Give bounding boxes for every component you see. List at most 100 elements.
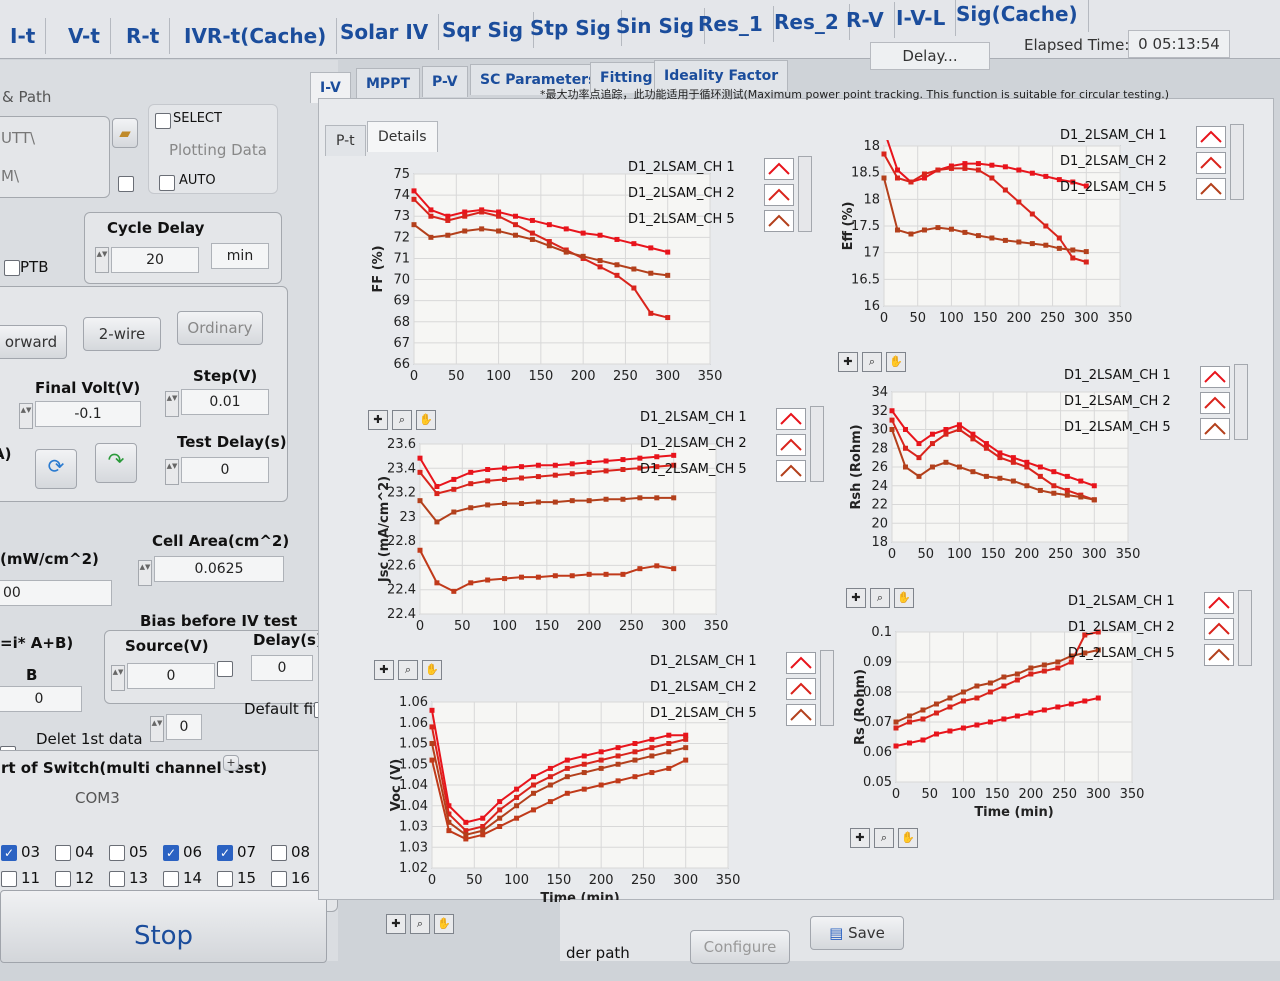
ptb-checkbox[interactable]	[4, 260, 20, 276]
legend-scrollbar[interactable]	[1234, 364, 1248, 440]
tab-sig-cache[interactable]: Sig(Cache)	[946, 0, 1089, 32]
test-delay-spinner[interactable]: ▲▼	[165, 459, 179, 485]
tab-p-v[interactable]: P-V	[422, 66, 468, 97]
legend-swatch-icon[interactable]	[786, 678, 816, 700]
cell-area-spinner[interactable]: ▲▼	[138, 560, 152, 586]
legend-scrollbar[interactable]	[1238, 590, 1252, 666]
power-input[interactable]: 00	[0, 580, 112, 606]
legend-swatch-icon[interactable]	[786, 652, 816, 674]
cursor-cross-icon[interactable]: ✚	[846, 588, 866, 608]
step-input[interactable]: 0.01	[181, 389, 269, 415]
legend-swatch-icon[interactable]	[776, 408, 806, 430]
cursor-cross-icon[interactable]: ✚	[838, 352, 858, 372]
legend-entry[interactable]: D1_2LSAM_CH 2	[640, 432, 810, 458]
bias-checkbox[interactable]	[217, 661, 233, 677]
channel-14-checkbox[interactable]	[163, 871, 179, 887]
legend-swatch-icon[interactable]	[786, 704, 816, 726]
step-spinner[interactable]: ▲▼	[165, 391, 179, 417]
tab-p-t[interactable]: P-t	[325, 125, 366, 156]
tab-v-t[interactable]: V-t	[58, 18, 111, 54]
cursor-cross-icon[interactable]: ✚	[368, 410, 388, 430]
legend-swatch-icon[interactable]	[1204, 592, 1234, 614]
channel-07-checkbox[interactable]: ✓	[217, 845, 233, 861]
legend-entry[interactable]: D1_2LSAM_CH 2	[1060, 150, 1230, 176]
channel-13-checkbox[interactable]	[109, 871, 125, 887]
tab-i-t[interactable]: I-t	[0, 18, 47, 54]
legend-swatch-icon[interactable]	[764, 184, 794, 206]
legend-entry[interactable]: D1_2LSAM_CH 5	[640, 458, 810, 484]
final-volt-input[interactable]: -0.1	[35, 401, 141, 427]
folder-icon[interactable]: ▰	[112, 118, 138, 148]
legend-entry[interactable]: D1_2LSAM_CH 5	[1064, 416, 1234, 442]
legend-swatch-icon[interactable]	[776, 434, 806, 456]
redo-arrow-icon[interactable]: ↷	[95, 443, 137, 483]
channel-05-checkbox[interactable]	[109, 845, 125, 861]
path-checkbox[interactable]	[118, 176, 134, 192]
channel-16-checkbox[interactable]	[271, 871, 287, 887]
legend-entry[interactable]: D1_2LSAM_CH 2	[1068, 616, 1238, 642]
final-volt-spinner[interactable]: ▲▼	[19, 403, 33, 429]
legend-entry[interactable]: D1_2LSAM_CH 2	[1064, 390, 1234, 416]
source-input[interactable]: 0	[127, 663, 215, 689]
legend-swatch-icon[interactable]	[1196, 152, 1226, 174]
channel-03-checkbox[interactable]: ✓	[1, 845, 17, 861]
pan-hand-icon[interactable]: ✋	[422, 660, 442, 680]
legend-swatch-icon[interactable]	[1200, 366, 1230, 388]
legend-entry[interactable]: D1_2LSAM_CH 1	[1064, 364, 1234, 390]
select-checkbox[interactable]	[155, 113, 171, 129]
tab-ivr-t-cache[interactable]: IVR-t(Cache)	[174, 18, 338, 54]
ordinary-button[interactable]: Ordinary	[177, 311, 263, 345]
legend-scrollbar[interactable]	[798, 156, 812, 232]
com-port-value[interactable]: COM3	[75, 789, 120, 807]
tab-mppt[interactable]: MPPT	[356, 68, 421, 99]
cycle-delay-spinner[interactable]: ▲▼	[95, 247, 109, 273]
zoom-icon[interactable]: ⌕	[862, 352, 882, 372]
refresh-icon[interactable]: ⟳	[35, 449, 77, 489]
legend-swatch-icon[interactable]	[1200, 392, 1230, 414]
auto-checkbox[interactable]	[159, 175, 175, 191]
pan-hand-icon[interactable]: ✋	[434, 914, 454, 934]
cursor-cross-icon[interactable]: ✚	[850, 828, 870, 848]
tab-details[interactable]: Details	[367, 121, 438, 152]
legend-entry[interactable]: D1_2LSAM_CH 1	[1060, 124, 1230, 150]
legend-entry[interactable]: D1_2LSAM_CH 2	[650, 676, 820, 702]
forward-button[interactable]: orward	[0, 325, 67, 359]
tab-res-1[interactable]: Res_1	[688, 6, 774, 42]
legend-swatch-icon[interactable]	[776, 460, 806, 482]
cursor-cross-icon[interactable]: ✚	[374, 660, 394, 680]
delet-input[interactable]: 0	[166, 714, 202, 740]
tab-solar-iv[interactable]: Solar IV	[330, 14, 440, 50]
channel-08-checkbox[interactable]	[271, 845, 287, 861]
legend-entry[interactable]: D1_2LSAM_CH 2	[628, 182, 798, 208]
legend-entry[interactable]: D1_2LSAM_CH 5	[628, 208, 798, 234]
pan-hand-icon[interactable]: ✋	[416, 410, 436, 430]
legend-swatch-icon[interactable]	[764, 210, 794, 232]
zoom-icon[interactable]: ⌕	[870, 588, 890, 608]
configure-button[interactable]: Configure	[690, 930, 790, 964]
cursor-cross-icon[interactable]: ✚	[386, 914, 406, 934]
legend-swatch-icon[interactable]	[1204, 618, 1234, 640]
legend-swatch-icon[interactable]	[1204, 644, 1234, 666]
channel-12-checkbox[interactable]	[55, 871, 71, 887]
legend-entry[interactable]: D1_2LSAM_CH 1	[628, 156, 798, 182]
legend-scrollbar[interactable]	[820, 650, 834, 726]
legend-entry[interactable]: D1_2LSAM_CH 5	[1068, 642, 1238, 668]
legend-entry[interactable]: D1_2LSAM_CH 5	[1060, 176, 1230, 202]
channel-04-checkbox[interactable]	[55, 845, 71, 861]
zoom-icon[interactable]: ⌕	[398, 660, 418, 680]
bias-delay-input[interactable]: 0	[251, 655, 313, 681]
legend-entry[interactable]: D1_2LSAM_CH 5	[650, 702, 820, 728]
cell-area-input[interactable]: 0.0625	[154, 556, 284, 582]
delet-spinner[interactable]: ▲▼	[150, 716, 164, 742]
channel-11-checkbox[interactable]	[1, 871, 17, 887]
cycle-delay-input[interactable]: 20	[111, 247, 199, 273]
legend-swatch-icon[interactable]	[1196, 126, 1226, 148]
pan-hand-icon[interactable]: ✋	[894, 588, 914, 608]
legend-entry[interactable]: D1_2LSAM_CH 1	[640, 406, 810, 432]
zoom-icon[interactable]: ⌕	[410, 914, 430, 934]
zoom-icon[interactable]: ⌕	[874, 828, 894, 848]
expand-icon[interactable]: +	[223, 755, 239, 771]
legend-entry[interactable]: D1_2LSAM_CH 1	[650, 650, 820, 676]
legend-scrollbar[interactable]	[1230, 124, 1244, 200]
zoom-icon[interactable]: ⌕	[392, 410, 412, 430]
